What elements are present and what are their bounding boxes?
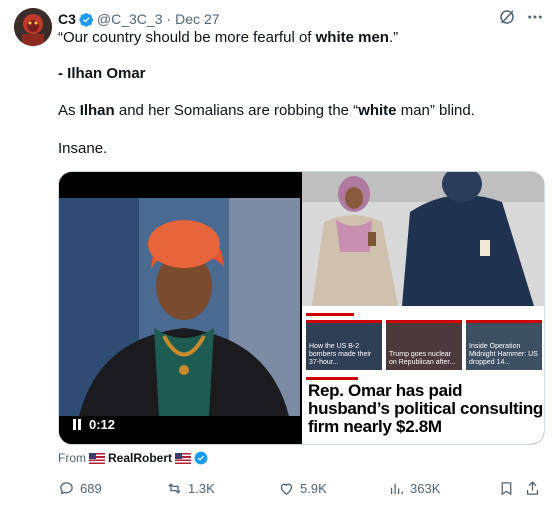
text-segment: man” blind. — [396, 102, 475, 119]
like-count: 5.9K — [300, 481, 327, 496]
news-red-rule — [306, 313, 354, 316]
bookmark-button[interactable] — [498, 480, 515, 497]
tweet-actions: 689 1.3K 5.9K 363K — [58, 480, 544, 500]
article-photo — [302, 172, 544, 306]
related-story-text: Inside Operation Midnight Hammer: US dro… — [469, 343, 538, 366]
text-segment: As — [58, 102, 80, 119]
text-segment: “Our country should be more fearful of — [58, 29, 316, 46]
related-stories: How the US B-2 bombers made their 37-hou… — [306, 320, 542, 370]
article-headline: Rep. Omar has paid husband’s political c… — [308, 381, 543, 436]
repost-button[interactable]: 1.3K — [166, 480, 215, 497]
share-button[interactable] — [524, 480, 541, 497]
related-story-thumb: How the US B-2 bombers made their 37-hou… — [306, 320, 382, 370]
us-flag-icon — [175, 452, 192, 464]
related-story-thumb: Trump goes nuclear on Republican after..… — [386, 320, 462, 370]
views-button[interactable]: 363K — [388, 480, 440, 497]
author-handle[interactable]: @C_3C_3 — [97, 11, 163, 27]
video-player[interactable]: 0:12 — [59, 172, 300, 444]
grok-icon[interactable] — [498, 8, 516, 26]
tweet-text-line-1: “Our country should be more fearful of w… — [58, 28, 398, 48]
tweet-text-line-3: As Ilhan and her Somalians are robbing t… — [58, 101, 475, 121]
tweet-text-line-4: Insane. — [58, 140, 108, 157]
author-name[interactable]: C3 — [58, 11, 76, 27]
related-story-text: Trump goes nuclear on Republican after..… — [389, 351, 456, 366]
tweet-header: C3 @C_3C_3 · Dec 27 — [58, 10, 220, 28]
more-icon[interactable] — [526, 8, 544, 26]
news-red-rule — [306, 377, 358, 380]
avatar-image — [14, 8, 52, 46]
from-author[interactable]: RealRobert — [108, 451, 172, 465]
reply-button[interactable]: 689 — [58, 480, 102, 497]
video-time-label: 0:12 — [89, 417, 116, 432]
verified-badge-icon — [194, 451, 208, 465]
text-segment-bold: Ilhan — [79, 102, 115, 119]
media-grid: 0:12 How the US B-2 bombers made their 3… — [58, 171, 545, 445]
article-image[interactable]: How the US B-2 bombers made their 37-hou… — [302, 172, 544, 444]
pause-icon[interactable] — [73, 419, 81, 430]
like-button[interactable]: 5.9K — [278, 480, 327, 497]
related-story-thumb: Inside Operation Midnight Hammer: US dro… — [466, 320, 542, 370]
verified-badge-icon — [79, 12, 93, 27]
avatar[interactable] — [14, 8, 52, 46]
reply-icon — [60, 482, 73, 495]
from-attribution: From RealRobert — [58, 451, 208, 465]
tweet-text-line-2: - Ilhan Omar — [58, 65, 146, 82]
from-prefix: From — [58, 451, 86, 465]
repost-icon — [168, 483, 181, 494]
text-segment-bold: white — [358, 102, 397, 119]
text-segment: and her Somalians are robbing the “ — [114, 102, 359, 119]
article-photo-image — [302, 172, 544, 306]
header-separator: · — [166, 11, 172, 27]
tweet-date[interactable]: Dec 27 — [175, 11, 219, 27]
text-segment-bold: white men — [315, 29, 389, 46]
bookmark-icon — [501, 482, 512, 496]
related-story-text: How the US B-2 bombers made their 37-hou… — [309, 343, 372, 366]
video-frame-image — [59, 198, 300, 416]
video-timestamp[interactable]: 0:12 — [73, 417, 115, 432]
repost-count: 1.3K — [188, 481, 215, 496]
text-segment: .” — [388, 29, 399, 46]
views-count: 363K — [410, 481, 441, 496]
like-icon — [280, 483, 293, 495]
reply-count: 689 — [80, 481, 102, 496]
video-frame — [59, 198, 300, 416]
views-icon — [390, 483, 403, 495]
share-icon — [526, 481, 539, 495]
us-flag-icon — [89, 452, 105, 464]
header-actions — [498, 8, 544, 26]
